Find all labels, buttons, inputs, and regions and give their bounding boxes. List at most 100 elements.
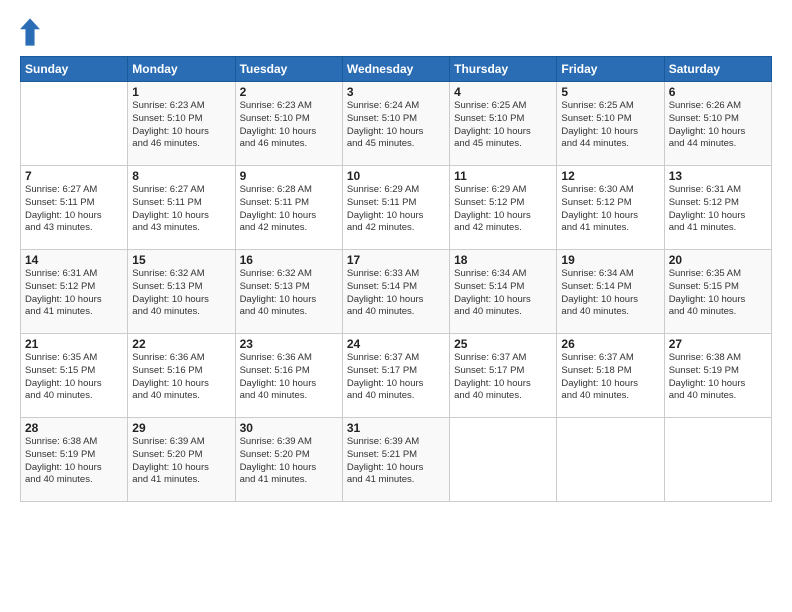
calendar-cell: 21Sunrise: 6:35 AMSunset: 5:15 PMDayligh… bbox=[21, 334, 128, 418]
day-number: 2 bbox=[240, 85, 338, 99]
week-row-4: 28Sunrise: 6:38 AMSunset: 5:19 PMDayligh… bbox=[21, 418, 772, 502]
calendar-cell: 24Sunrise: 6:37 AMSunset: 5:17 PMDayligh… bbox=[342, 334, 449, 418]
day-info: Sunrise: 6:29 AMSunset: 5:12 PMDaylight:… bbox=[454, 184, 552, 235]
day-number: 15 bbox=[132, 253, 230, 267]
day-info: Sunrise: 6:34 AMSunset: 5:14 PMDaylight:… bbox=[454, 268, 552, 319]
calendar-cell: 26Sunrise: 6:37 AMSunset: 5:18 PMDayligh… bbox=[557, 334, 664, 418]
header bbox=[20, 18, 772, 46]
day-info: Sunrise: 6:37 AMSunset: 5:17 PMDaylight:… bbox=[347, 352, 445, 403]
page: SundayMondayTuesdayWednesdayThursdayFrid… bbox=[0, 0, 792, 612]
day-number: 9 bbox=[240, 169, 338, 183]
calendar-cell: 15Sunrise: 6:32 AMSunset: 5:13 PMDayligh… bbox=[128, 250, 235, 334]
calendar-cell: 2Sunrise: 6:23 AMSunset: 5:10 PMDaylight… bbox=[235, 82, 342, 166]
day-number: 4 bbox=[454, 85, 552, 99]
day-info: Sunrise: 6:37 AMSunset: 5:17 PMDaylight:… bbox=[454, 352, 552, 403]
day-info: Sunrise: 6:32 AMSunset: 5:13 PMDaylight:… bbox=[132, 268, 230, 319]
day-number: 1 bbox=[132, 85, 230, 99]
calendar-cell: 5Sunrise: 6:25 AMSunset: 5:10 PMDaylight… bbox=[557, 82, 664, 166]
logo bbox=[20, 18, 42, 46]
day-info: Sunrise: 6:37 AMSunset: 5:18 PMDaylight:… bbox=[561, 352, 659, 403]
calendar-cell bbox=[557, 418, 664, 502]
day-number: 18 bbox=[454, 253, 552, 267]
weekday-header-wednesday: Wednesday bbox=[342, 57, 449, 82]
day-number: 5 bbox=[561, 85, 659, 99]
calendar-cell: 18Sunrise: 6:34 AMSunset: 5:14 PMDayligh… bbox=[450, 250, 557, 334]
day-info: Sunrise: 6:39 AMSunset: 5:20 PMDaylight:… bbox=[240, 436, 338, 487]
calendar-cell: 19Sunrise: 6:34 AMSunset: 5:14 PMDayligh… bbox=[557, 250, 664, 334]
day-info: Sunrise: 6:30 AMSunset: 5:12 PMDaylight:… bbox=[561, 184, 659, 235]
week-row-1: 7Sunrise: 6:27 AMSunset: 5:11 PMDaylight… bbox=[21, 166, 772, 250]
calendar-cell: 1Sunrise: 6:23 AMSunset: 5:10 PMDaylight… bbox=[128, 82, 235, 166]
calendar-cell: 20Sunrise: 6:35 AMSunset: 5:15 PMDayligh… bbox=[664, 250, 771, 334]
calendar-cell: 12Sunrise: 6:30 AMSunset: 5:12 PMDayligh… bbox=[557, 166, 664, 250]
day-info: Sunrise: 6:36 AMSunset: 5:16 PMDaylight:… bbox=[132, 352, 230, 403]
calendar-cell: 10Sunrise: 6:29 AMSunset: 5:11 PMDayligh… bbox=[342, 166, 449, 250]
day-info: Sunrise: 6:25 AMSunset: 5:10 PMDaylight:… bbox=[561, 100, 659, 151]
week-row-3: 21Sunrise: 6:35 AMSunset: 5:15 PMDayligh… bbox=[21, 334, 772, 418]
day-number: 8 bbox=[132, 169, 230, 183]
calendar-cell: 4Sunrise: 6:25 AMSunset: 5:10 PMDaylight… bbox=[450, 82, 557, 166]
calendar-cell: 8Sunrise: 6:27 AMSunset: 5:11 PMDaylight… bbox=[128, 166, 235, 250]
day-number: 12 bbox=[561, 169, 659, 183]
weekday-header-thursday: Thursday bbox=[450, 57, 557, 82]
day-number: 19 bbox=[561, 253, 659, 267]
calendar-cell: 29Sunrise: 6:39 AMSunset: 5:20 PMDayligh… bbox=[128, 418, 235, 502]
day-number: 17 bbox=[347, 253, 445, 267]
day-number: 29 bbox=[132, 421, 230, 435]
day-number: 20 bbox=[669, 253, 767, 267]
day-number: 23 bbox=[240, 337, 338, 351]
calendar-cell: 23Sunrise: 6:36 AMSunset: 5:16 PMDayligh… bbox=[235, 334, 342, 418]
day-info: Sunrise: 6:35 AMSunset: 5:15 PMDaylight:… bbox=[25, 352, 123, 403]
day-info: Sunrise: 6:32 AMSunset: 5:13 PMDaylight:… bbox=[240, 268, 338, 319]
day-info: Sunrise: 6:28 AMSunset: 5:11 PMDaylight:… bbox=[240, 184, 338, 235]
day-info: Sunrise: 6:36 AMSunset: 5:16 PMDaylight:… bbox=[240, 352, 338, 403]
day-info: Sunrise: 6:31 AMSunset: 5:12 PMDaylight:… bbox=[669, 184, 767, 235]
day-info: Sunrise: 6:34 AMSunset: 5:14 PMDaylight:… bbox=[561, 268, 659, 319]
calendar-cell: 7Sunrise: 6:27 AMSunset: 5:11 PMDaylight… bbox=[21, 166, 128, 250]
day-info: Sunrise: 6:35 AMSunset: 5:15 PMDaylight:… bbox=[669, 268, 767, 319]
calendar-cell: 28Sunrise: 6:38 AMSunset: 5:19 PMDayligh… bbox=[21, 418, 128, 502]
day-info: Sunrise: 6:31 AMSunset: 5:12 PMDaylight:… bbox=[25, 268, 123, 319]
day-number: 25 bbox=[454, 337, 552, 351]
day-info: Sunrise: 6:24 AMSunset: 5:10 PMDaylight:… bbox=[347, 100, 445, 151]
calendar-cell: 11Sunrise: 6:29 AMSunset: 5:12 PMDayligh… bbox=[450, 166, 557, 250]
calendar-cell bbox=[450, 418, 557, 502]
day-number: 27 bbox=[669, 337, 767, 351]
day-info: Sunrise: 6:33 AMSunset: 5:14 PMDaylight:… bbox=[347, 268, 445, 319]
calendar-cell: 3Sunrise: 6:24 AMSunset: 5:10 PMDaylight… bbox=[342, 82, 449, 166]
day-info: Sunrise: 6:29 AMSunset: 5:11 PMDaylight:… bbox=[347, 184, 445, 235]
week-row-2: 14Sunrise: 6:31 AMSunset: 5:12 PMDayligh… bbox=[21, 250, 772, 334]
calendar-cell: 25Sunrise: 6:37 AMSunset: 5:17 PMDayligh… bbox=[450, 334, 557, 418]
calendar-cell: 27Sunrise: 6:38 AMSunset: 5:19 PMDayligh… bbox=[664, 334, 771, 418]
calendar-cell: 14Sunrise: 6:31 AMSunset: 5:12 PMDayligh… bbox=[21, 250, 128, 334]
day-number: 3 bbox=[347, 85, 445, 99]
weekday-header-row: SundayMondayTuesdayWednesdayThursdayFrid… bbox=[21, 57, 772, 82]
calendar-cell: 30Sunrise: 6:39 AMSunset: 5:20 PMDayligh… bbox=[235, 418, 342, 502]
day-number: 31 bbox=[347, 421, 445, 435]
calendar-cell bbox=[664, 418, 771, 502]
calendar-cell: 13Sunrise: 6:31 AMSunset: 5:12 PMDayligh… bbox=[664, 166, 771, 250]
day-number: 16 bbox=[240, 253, 338, 267]
calendar-cell: 31Sunrise: 6:39 AMSunset: 5:21 PMDayligh… bbox=[342, 418, 449, 502]
day-info: Sunrise: 6:25 AMSunset: 5:10 PMDaylight:… bbox=[454, 100, 552, 151]
day-number: 28 bbox=[25, 421, 123, 435]
calendar-cell: 16Sunrise: 6:32 AMSunset: 5:13 PMDayligh… bbox=[235, 250, 342, 334]
calendar-cell bbox=[21, 82, 128, 166]
day-info: Sunrise: 6:39 AMSunset: 5:20 PMDaylight:… bbox=[132, 436, 230, 487]
weekday-header-monday: Monday bbox=[128, 57, 235, 82]
day-info: Sunrise: 6:23 AMSunset: 5:10 PMDaylight:… bbox=[240, 100, 338, 151]
week-row-0: 1Sunrise: 6:23 AMSunset: 5:10 PMDaylight… bbox=[21, 82, 772, 166]
day-number: 21 bbox=[25, 337, 123, 351]
day-info: Sunrise: 6:27 AMSunset: 5:11 PMDaylight:… bbox=[25, 184, 123, 235]
weekday-header-saturday: Saturday bbox=[664, 57, 771, 82]
weekday-header-sunday: Sunday bbox=[21, 57, 128, 82]
day-info: Sunrise: 6:39 AMSunset: 5:21 PMDaylight:… bbox=[347, 436, 445, 487]
weekday-header-friday: Friday bbox=[557, 57, 664, 82]
day-number: 22 bbox=[132, 337, 230, 351]
calendar-cell: 6Sunrise: 6:26 AMSunset: 5:10 PMDaylight… bbox=[664, 82, 771, 166]
logo-icon bbox=[20, 18, 40, 46]
day-info: Sunrise: 6:23 AMSunset: 5:10 PMDaylight:… bbox=[132, 100, 230, 151]
day-info: Sunrise: 6:27 AMSunset: 5:11 PMDaylight:… bbox=[132, 184, 230, 235]
day-number: 14 bbox=[25, 253, 123, 267]
day-info: Sunrise: 6:38 AMSunset: 5:19 PMDaylight:… bbox=[669, 352, 767, 403]
